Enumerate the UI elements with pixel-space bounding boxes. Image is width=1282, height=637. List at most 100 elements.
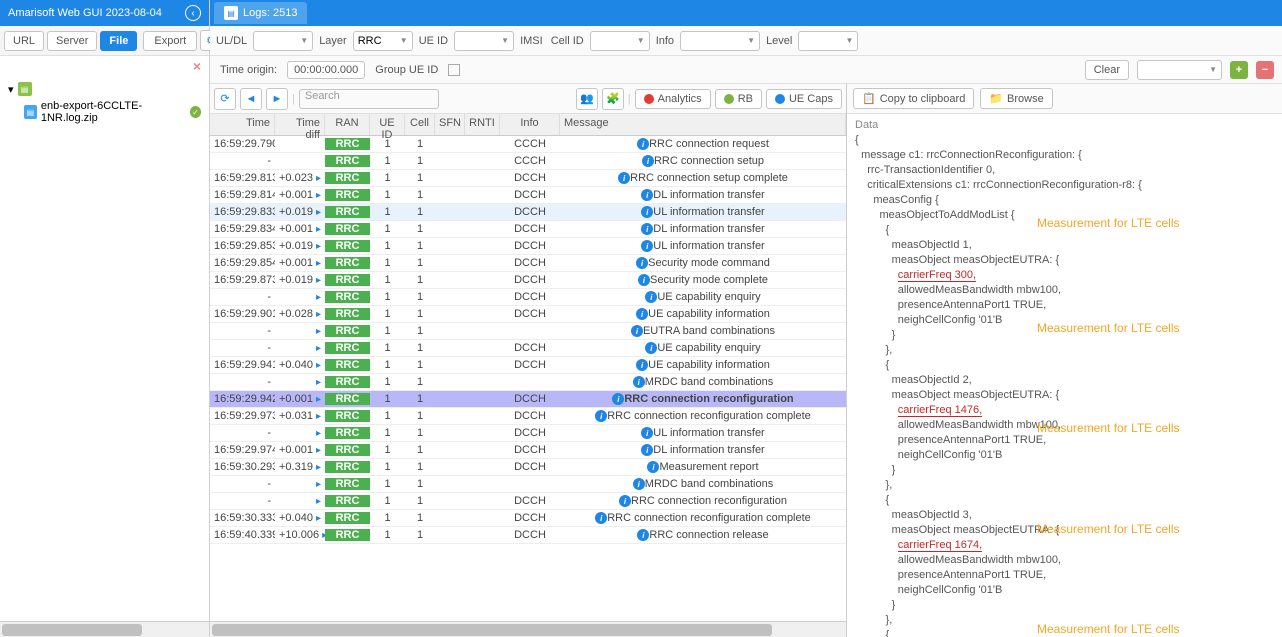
- annotation: Measurement for LTE cells: [1037, 622, 1180, 637]
- col-msg[interactable]: Message: [560, 114, 846, 135]
- table-row[interactable]: 16:59:29.854+0.001 ▸RRC11DCCHiSecurity m…: [210, 255, 846, 272]
- table-row[interactable]: 16:59:29.873+0.019 ▸RRC11DCCHiSecurity m…: [210, 272, 846, 289]
- info-icon: i: [595, 410, 607, 422]
- grid-hscroll[interactable]: [210, 621, 846, 637]
- info-icon: i: [645, 291, 657, 303]
- search-input[interactable]: Search: [299, 89, 439, 109]
- table-row[interactable]: 16:59:30.293+0.319 ▸RRC11DCCHiMeasuremen…: [210, 459, 846, 476]
- table-row[interactable]: 16:59:29.941+0.040 ▸RRC11DCCHiUE capabil…: [210, 357, 846, 374]
- detail-line: criticalExtensions c1: rrcConnectionReco…: [855, 178, 1274, 193]
- table-row[interactable]: 16:59:29.942+0.001 ▸RRC11DCCHiRRC connec…: [210, 391, 846, 408]
- info-icon: i: [641, 223, 653, 235]
- time-origin-value[interactable]: 00:00:00.000: [287, 61, 365, 79]
- clear-button[interactable]: Clear: [1085, 60, 1129, 80]
- info-icon: i: [637, 529, 649, 541]
- tabs-bar: ▤ Logs: 2513: [210, 0, 1282, 26]
- detail-line: },: [855, 478, 1274, 493]
- clear-combo[interactable]: ▼: [1137, 60, 1222, 80]
- table-row[interactable]: - ▸RRC11DCCHiRRC connection reconfigurat…: [210, 493, 846, 510]
- left-toolbar: URL Server File Export ⚙: [0, 26, 209, 56]
- table-row[interactable]: 16:59:29.901+0.028 ▸RRC11DCCHiUE capabil…: [210, 306, 846, 323]
- info-icon: i: [638, 274, 650, 286]
- col-ueid[interactable]: UE ID: [370, 114, 405, 135]
- export-button[interactable]: Export: [143, 31, 197, 51]
- col-time[interactable]: Time: [210, 114, 275, 135]
- col-ran[interactable]: RAN: [325, 114, 370, 135]
- table-row[interactable]: 16:59:29.834+0.001 ▸RRC11DCCHiDL informa…: [210, 221, 846, 238]
- col-cell[interactable]: Cell: [405, 114, 435, 135]
- time-origin-label: Time origin:: [218, 64, 279, 76]
- col-sfn[interactable]: SFN: [435, 114, 465, 135]
- file-button[interactable]: File: [100, 31, 137, 51]
- ueid-combo[interactable]: ▼: [454, 31, 514, 51]
- table-row[interactable]: - ▸RRC11iEUTRA band combinations: [210, 323, 846, 340]
- refresh-icon[interactable]: ⟳: [214, 88, 236, 110]
- file-name: enb-export-6CCLTE-1NR.log.zip: [41, 100, 186, 124]
- layer-combo[interactable]: RRC▼: [353, 31, 413, 51]
- cellid-combo[interactable]: ▼: [590, 31, 650, 51]
- detail-line: neighCellConfig '01'B: [855, 583, 1274, 598]
- info-label: Info: [654, 35, 676, 47]
- close-icon[interactable]: ×: [0, 56, 209, 76]
- table-row[interactable]: 16:59:29.790RRC11CCCHiRRC connection req…: [210, 136, 846, 153]
- file-icon: ▤: [24, 105, 37, 119]
- info-combo[interactable]: ▼: [680, 31, 760, 51]
- table-row[interactable]: -RRC11CCCHiRRC connection setup: [210, 153, 846, 170]
- info-icon: i: [595, 512, 607, 524]
- detail-line: {: [855, 358, 1274, 373]
- back-icon[interactable]: ◄: [240, 88, 262, 110]
- info-icon: i: [631, 325, 643, 337]
- detail-body[interactable]: Data { message c1: rrcConnectionReconfig…: [847, 114, 1282, 637]
- browse-button[interactable]: 📁 Browse: [980, 88, 1052, 109]
- tree-file[interactable]: ▤ enb-export-6CCLTE-1NR.log.zip ✓: [4, 98, 205, 126]
- table-row[interactable]: 16:59:29.973+0.031 ▸RRC11DCCHiRRC connec…: [210, 408, 846, 425]
- table-row[interactable]: 16:59:40.339+10.006 ▸RRC11DCCHiRRC conne…: [210, 527, 846, 544]
- remove-icon[interactable]: −: [1256, 61, 1274, 79]
- col-diff[interactable]: Time diff: [275, 114, 325, 135]
- uldl-combo[interactable]: ▼: [253, 31, 313, 51]
- info-icon: i: [633, 376, 645, 388]
- uecaps-button[interactable]: UE Caps: [766, 89, 842, 109]
- info-icon: i: [633, 478, 645, 490]
- expand-icon[interactable]: ▾: [8, 83, 14, 96]
- col-rnti[interactable]: RNTI: [465, 114, 500, 135]
- level-combo[interactable]: ▼: [798, 31, 858, 51]
- table-row[interactable]: 16:59:30.333+0.040 ▸RRC11DCCHiRRC connec…: [210, 510, 846, 527]
- detail-line: allowedMeasBandwidth mbw100,: [855, 553, 1274, 568]
- tree-icon[interactable]: 🧩: [602, 88, 624, 110]
- table-row[interactable]: 16:59:29.833+0.019 ▸RRC11DCCHiUL informa…: [210, 204, 846, 221]
- file-tree: ▾ ▤ ▤ enb-export-6CCLTE-1NR.log.zip ✓: [0, 76, 209, 621]
- grid-body[interactable]: 16:59:29.790RRC11CCCHiRRC connection req…: [210, 136, 846, 621]
- add-icon[interactable]: +: [1230, 61, 1248, 79]
- users-icon[interactable]: 👥: [576, 88, 598, 110]
- annotation: Measurement for LTE cells: [1037, 421, 1180, 436]
- table-row[interactable]: - ▸RRC11iMRDC band combinations: [210, 476, 846, 493]
- table-row[interactable]: 16:59:29.853+0.019 ▸RRC11DCCHiUL informa…: [210, 238, 846, 255]
- detail-line: measConfig {: [855, 193, 1274, 208]
- logs-tab[interactable]: ▤ Logs: 2513: [214, 2, 307, 24]
- tree-root[interactable]: ▾ ▤: [4, 80, 205, 98]
- info-icon: i: [636, 308, 648, 320]
- url-button[interactable]: URL: [4, 31, 44, 51]
- col-info[interactable]: Info: [500, 114, 560, 135]
- server-button[interactable]: Server: [47, 31, 97, 51]
- table-row[interactable]: - ▸RRC11DCCHiUL information transfer: [210, 425, 846, 442]
- copy-button[interactable]: 📋 Copy to clipboard: [853, 88, 974, 109]
- detail-line: },: [855, 343, 1274, 358]
- table-row[interactable]: 16:59:29.974+0.001 ▸RRC11DCCHiDL informa…: [210, 442, 846, 459]
- group-ueid-checkbox[interactable]: [448, 64, 460, 76]
- forward-icon[interactable]: ►: [266, 88, 288, 110]
- uldl-label: UL/DL: [214, 35, 249, 47]
- table-row[interactable]: 16:59:29.814+0.001 ▸RRC11DCCHiDL informa…: [210, 187, 846, 204]
- table-row[interactable]: - ▸RRC11DCCHiUE capability enquiry: [210, 340, 846, 357]
- info-icon: i: [641, 444, 653, 456]
- detail-line: {: [855, 493, 1274, 508]
- table-row[interactable]: - ▸RRC11iMRDC band combinations: [210, 374, 846, 391]
- left-hscroll[interactable]: [0, 621, 209, 637]
- collapse-icon[interactable]: ‹: [185, 5, 201, 21]
- rb-button[interactable]: RB: [715, 89, 762, 109]
- analytics-button[interactable]: Analytics: [635, 89, 711, 109]
- table-row[interactable]: - ▸RRC11DCCHiUE capability enquiry: [210, 289, 846, 306]
- table-row[interactable]: 16:59:29.813+0.023 ▸RRC11DCCHiRRC connec…: [210, 170, 846, 187]
- annotation: Measurement for LTE cells: [1037, 321, 1180, 336]
